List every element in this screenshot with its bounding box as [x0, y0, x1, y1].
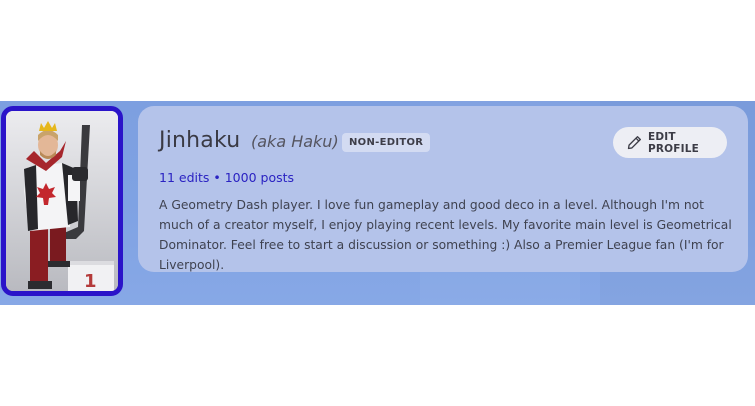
svg-text:1: 1	[84, 271, 97, 291]
role-badge: NON-EDITOR	[342, 133, 431, 152]
edit-profile-button[interactable]: EDIT PROFILE	[613, 127, 727, 158]
profile-bio: A Geometry Dash player. I love fun gamep…	[159, 198, 732, 272]
username: Jinhaku	[159, 128, 241, 153]
stats-separator: •	[213, 170, 221, 185]
edit-profile-label: EDIT PROFILE	[648, 130, 700, 155]
posts-count[interactable]: 1000 posts	[225, 170, 294, 185]
pencil-icon	[627, 136, 641, 150]
avatar: 1	[1, 106, 123, 296]
alias: (aka Haku)	[251, 132, 339, 151]
profile-card: Jinhaku (aka Haku) NON-EDITOR 11 edits •…	[138, 106, 748, 272]
edits-count[interactable]: 11 edits	[159, 170, 209, 185]
avatar-illustration: 1	[6, 111, 118, 291]
profile-stats: 11 edits • 1000 posts	[159, 170, 294, 185]
